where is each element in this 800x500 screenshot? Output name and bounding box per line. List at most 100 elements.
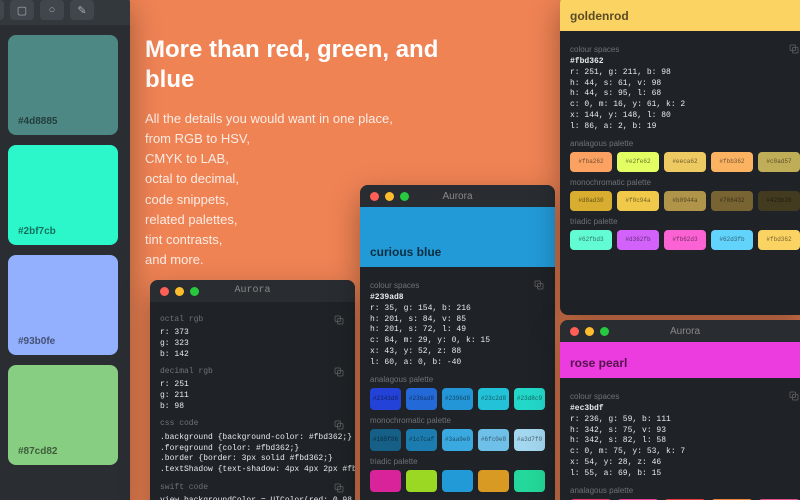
section-header: colour spaces [570,390,800,402]
palette-chip[interactable] [442,470,473,492]
palette-chip[interactable]: #165f86 [370,429,401,451]
palette-chip[interactable] [514,470,545,492]
swatch-toolbar: ▢ ▢ ○ ✎ [0,0,130,25]
palette-chip[interactable]: #b0944a [664,191,706,211]
palette-chip[interactable]: #d8ad30 [570,191,612,211]
palette-chip[interactable]: #62d3fb [711,230,753,250]
hex-value: #fbd362 [570,57,800,68]
colour-space-values: r: 35, g: 154, b: 216 h: 201, s: 84, v: … [370,304,545,369]
tool-button[interactable]: ▢ [10,0,34,20]
colour-space-values: r: 251, g: 211, b: 98 h: 44, s: 61, v: 9… [570,68,800,133]
section-header: css code [160,419,345,431]
palette-chip[interactable]: #23c2d8 [478,388,509,410]
copy-icon[interactable] [333,419,345,431]
copy-icon[interactable] [333,366,345,378]
copy-icon[interactable] [333,482,345,494]
palette-chip[interactable]: #23d8c9 [514,388,545,410]
copy-icon[interactable] [533,279,545,291]
palette-chip[interactable]: #62fbd3 [570,230,612,250]
palette-chip[interactable]: #423b20 [758,191,800,211]
swift-code: view.backgroundColor = UIColor(red: 0.98… [160,496,345,500]
monochromatic-palette: #d8ad30#f0c94a#b0944a#786432#423b20 [570,191,800,211]
palette-chip[interactable]: #2396d8 [442,388,473,410]
palette-chip[interactable]: #a3d7f0 [514,429,545,451]
analagous-palette: #2343d8#236ad8#2396d8#23c2d8#23d8c9 [370,388,545,410]
swatch[interactable]: #87cd82 [8,365,118,465]
colour-hero: goldenrod [560,0,800,31]
swatch-list-window: ▢ ▢ ○ ✎ #4d8885#2bf7cb#93b0fe#87cd82 [0,0,130,500]
colour-name: goldenrod [570,9,629,23]
section-header: analagous palette [570,139,800,148]
hex-value: #ec3bdf [570,404,800,415]
decimal-rgb-values: r: 251 g: 211 b: 98 [160,380,345,412]
section-header: analagous palette [570,486,800,495]
hex-value: #239ad8 [370,293,545,304]
tool-button[interactable]: ▢ [0,0,4,20]
close-icon[interactable] [570,327,579,336]
triadic-palette [370,470,545,492]
tool-button[interactable]: ✎ [70,0,94,20]
section-header: octal rgb [160,314,345,326]
section-header: triadic palette [370,457,545,466]
palette-chip[interactable]: #786432 [711,191,753,211]
triadic-palette: #62fbd3#d362fb#fb62d3#62d3fb#fbd362 [570,230,800,250]
section-header: swift code [160,482,345,494]
zoom-icon[interactable] [600,327,609,336]
section-header: monochromatic palette [370,416,545,425]
colour-space-values: r: 236, g: 59, b: 111 h: 342, s: 75, v: … [570,415,800,480]
titlebar: Aurora [150,280,355,302]
zoom-icon[interactable] [190,287,199,296]
palette-chip[interactable]: #236ad8 [406,388,437,410]
hero-title: More than red, green, and blue [145,35,445,95]
colour-hero: rose pearl [560,342,800,378]
palette-chip[interactable]: #6fc0e8 [478,429,509,451]
monochromatic-palette: #165f86#1c7caf#3aa9e0#6fc0e8#a3d7f0 [370,429,545,451]
palette-chip[interactable] [406,470,437,492]
zoom-icon[interactable] [400,192,409,201]
copy-icon[interactable] [788,43,800,55]
css-code: .background {background-color: #fbd362;}… [160,433,345,476]
section-header: monochromatic palette [570,178,800,187]
colour-detail-window-blue: Aurora curious blue colour spaces #239ad… [360,185,555,500]
tool-button[interactable]: ○ [40,0,64,20]
section-header: colour spaces [570,43,800,55]
palette-chip[interactable] [478,470,509,492]
palette-chip[interactable]: #e2fe62 [617,152,659,172]
section-header: decimal rgb [160,366,345,378]
palette-chip[interactable]: #fb62d3 [664,230,706,250]
titlebar: Aurora [360,185,555,207]
copy-icon[interactable] [333,314,345,326]
titlebar: Aurora [560,320,800,342]
colour-name: curious blue [370,245,441,259]
analagous-palette: #fba262#e2fe62#eeca62#fbb362#c0ad57 [570,152,800,172]
colour-detail-window-gold: goldenrod colour spaces #fbd362 r: 251, … [560,0,800,315]
swatch[interactable]: #2bf7cb [8,145,118,245]
swatch[interactable]: #93b0fe [8,255,118,355]
palette-chip[interactable]: #1c7caf [406,429,437,451]
colour-name: rose pearl [570,356,627,370]
section-header: triadic palette [570,217,800,226]
close-icon[interactable] [370,192,379,201]
code-details-window: Aurora octal rgb r: 373 g: 323 b: 142 de… [150,280,355,500]
octal-rgb-values: r: 373 g: 323 b: 142 [160,328,345,360]
swatch[interactable]: #4d8885 [8,35,118,135]
palette-chip[interactable]: #fbb362 [711,152,753,172]
palette-chip[interactable]: #d362fb [617,230,659,250]
close-icon[interactable] [160,287,169,296]
colour-detail-window-rose: Aurora rose pearl colour spaces #ec3bdf … [560,320,800,500]
minimize-icon[interactable] [175,287,184,296]
palette-chip[interactable]: #fba262 [570,152,612,172]
copy-icon[interactable] [788,390,800,402]
minimize-icon[interactable] [385,192,394,201]
palette-chip[interactable]: #2343d8 [370,388,401,410]
minimize-icon[interactable] [585,327,594,336]
section-header: colour spaces [370,279,545,291]
palette-chip[interactable]: #3aa9e0 [442,429,473,451]
section-header: analagous palette [370,375,545,384]
palette-chip[interactable]: #fbd362 [758,230,800,250]
colour-hero: curious blue [360,207,555,267]
palette-chip[interactable] [370,470,401,492]
palette-chip[interactable]: #eeca62 [664,152,706,172]
palette-chip[interactable]: #f0c94a [617,191,659,211]
palette-chip[interactable]: #c0ad57 [758,152,800,172]
